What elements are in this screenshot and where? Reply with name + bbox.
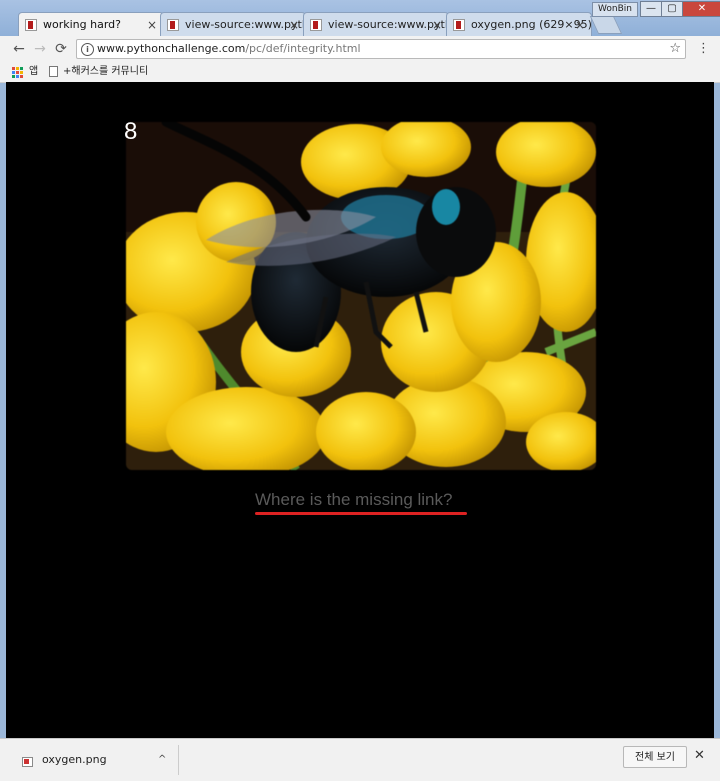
download-shelf: oxygen.png ^ 전체 보기 ✕	[0, 738, 720, 781]
image-file-icon	[22, 757, 33, 767]
tab-label: oxygen.png (629×95)	[471, 18, 592, 31]
tab-strip: working hard? × view-source:www.pytho × …	[0, 0, 720, 36]
bookmark-star-icon[interactable]: ☆	[669, 40, 681, 58]
tab-view-source-2[interactable]: view-source:www.pytho ×	[303, 12, 449, 36]
page-info-icon[interactable]: i	[81, 43, 94, 56]
download-file-name[interactable]: oxygen.png	[42, 745, 107, 775]
browser-toolbar: ← → ⟳ i www.pythonchallenge.com/pc/def/i…	[0, 36, 720, 62]
back-arrow-icon[interactable]: ←	[10, 40, 28, 58]
page-content: 8 Where is the missing link?	[6, 82, 714, 738]
tab-view-source-1[interactable]: view-source:www.pytho ×	[160, 12, 306, 36]
apps-grid-icon[interactable]	[12, 67, 23, 78]
browser-window: working hard? × view-source:www.pytho × …	[0, 0, 720, 781]
bookmark-apps[interactable]: 앱	[29, 62, 38, 82]
address-url[interactable]: www.pythonchallenge.com/pc/def/integrity…	[97, 40, 361, 58]
tab-close-icon[interactable]: ×	[289, 13, 299, 36]
download-item[interactable]: oxygen.png ^	[8, 745, 179, 775]
close-window-button[interactable]: ✕	[682, 1, 720, 17]
tab-close-icon[interactable]: ×	[575, 13, 585, 36]
tab-close-icon[interactable]: ×	[147, 13, 157, 36]
bookmark-item[interactable]: +해커스를 커뮤니티	[63, 62, 148, 82]
address-bar[interactable]: i www.pythonchallenge.com/pc/def/integri…	[76, 39, 686, 59]
tab-label: view-source:www.pytho	[328, 18, 449, 31]
bookmarks-bar: 앱 +해커스를 커뮤니티	[0, 62, 720, 83]
caption-underline	[255, 512, 467, 515]
reload-icon[interactable]: ⟳	[52, 40, 70, 58]
show-all-downloads-button[interactable]: 전체 보기	[623, 746, 687, 768]
tab-oxygen-png[interactable]: oxygen.png (629×95) ×	[446, 12, 592, 36]
chevron-up-icon[interactable]: ^	[158, 745, 166, 775]
url-host: www.pythonchallenge.com	[97, 42, 246, 55]
new-tab-button[interactable]	[589, 16, 623, 34]
maximize-button[interactable]: ▢	[661, 1, 683, 17]
tab-working-hard[interactable]: working hard? ×	[18, 12, 164, 36]
minimize-button[interactable]: —	[640, 1, 662, 17]
missing-link-caption[interactable]: Where is the missing link?	[255, 490, 452, 510]
close-shelf-icon[interactable]: ✕	[694, 748, 705, 763]
user-profile-badge[interactable]: WonBin	[592, 2, 638, 17]
bookmark-page-icon	[49, 66, 58, 77]
bee-flower-image[interactable]	[126, 122, 596, 470]
tab-label: working hard?	[43, 18, 121, 31]
url-path: /pc/def/integrity.html	[245, 42, 361, 55]
puzzle-number: 8	[124, 118, 138, 145]
favicon-icon	[25, 19, 37, 31]
forward-arrow-icon[interactable]: →	[31, 40, 49, 58]
favicon-icon	[310, 19, 322, 31]
chrome-menu-icon[interactable]: ⋮	[697, 40, 710, 58]
tab-close-icon[interactable]: ×	[432, 13, 442, 36]
tab-label: view-source:www.pytho	[185, 18, 306, 31]
favicon-icon	[453, 19, 465, 31]
favicon-icon	[167, 19, 179, 31]
